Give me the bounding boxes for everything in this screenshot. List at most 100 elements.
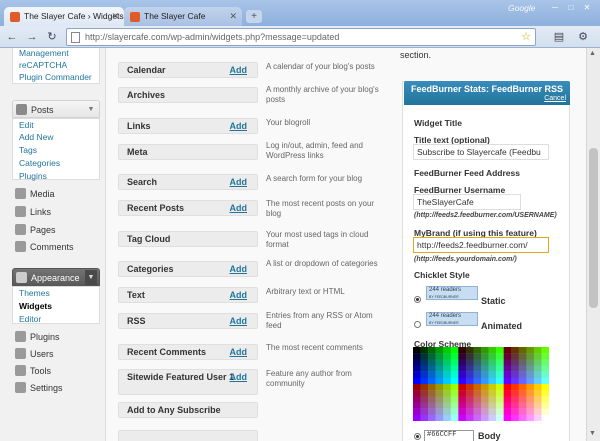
palette-swatch[interactable]	[496, 414, 504, 421]
palette-swatch[interactable]	[465, 384, 474, 391]
palette-swatch[interactable]	[526, 359, 535, 366]
palette-swatch[interactable]	[503, 359, 512, 366]
palette-swatch[interactable]	[533, 377, 542, 385]
palette-swatch[interactable]	[413, 347, 421, 354]
palette-swatch[interactable]	[503, 414, 512, 421]
body-color-radio[interactable]	[414, 433, 421, 440]
palette-swatch[interactable]	[428, 396, 436, 403]
palette-swatch[interactable]	[465, 359, 474, 366]
palette-swatch[interactable]	[473, 402, 482, 409]
palette-swatch[interactable]	[413, 384, 421, 391]
palette-swatch[interactable]	[481, 347, 489, 354]
palette-swatch[interactable]	[511, 353, 519, 360]
palette-swatch[interactable]	[503, 390, 512, 397]
address-bar[interactable]: ☆	[66, 28, 536, 46]
sidebar-item-links[interactable]: Links	[12, 203, 100, 221]
minimize-icon[interactable]: ─	[548, 2, 562, 13]
palette-swatch[interactable]	[420, 353, 429, 360]
widget-text[interactable]: Text Add	[118, 287, 258, 303]
sidebar-posts-header[interactable]: Posts ▼	[12, 100, 100, 118]
palette-swatch[interactable]	[481, 365, 489, 372]
widget-tag-cloud[interactable]: Tag Cloud	[118, 231, 258, 247]
palette-swatch[interactable]	[420, 384, 429, 391]
palette-swatch[interactable]	[420, 396, 429, 403]
widget-add-to-any-subscribe[interactable]: Add to Any Subscribe	[118, 402, 258, 418]
palette-swatch[interactable]	[413, 402, 421, 409]
palette-swatch[interactable]	[481, 353, 489, 360]
palette-swatch[interactable]	[443, 402, 451, 409]
palette-swatch[interactable]	[533, 359, 542, 366]
palette-swatch[interactable]	[511, 396, 519, 403]
palette-swatch[interactable]	[458, 414, 467, 421]
widget-next[interactable]	[118, 430, 258, 441]
palette-swatch[interactable]	[481, 377, 489, 385]
sidebar-item-pages[interactable]: Pages	[12, 221, 100, 239]
palette-swatch[interactable]	[496, 353, 504, 360]
palette-swatch[interactable]	[533, 414, 542, 421]
palette-swatch[interactable]	[458, 396, 467, 403]
close-window-icon[interactable]: ✕	[580, 2, 594, 13]
add-widget-link[interactable]: Add	[230, 177, 248, 187]
palette-swatch[interactable]	[473, 353, 482, 360]
palette-swatch[interactable]	[420, 377, 429, 385]
palette-swatch[interactable]	[541, 402, 549, 409]
palette-swatch[interactable]	[458, 402, 467, 409]
palette-swatch[interactable]	[450, 384, 459, 391]
palette-swatch[interactable]	[481, 390, 489, 397]
chevron-down-icon[interactable]: ▼	[85, 102, 97, 117]
palette-swatch[interactable]	[541, 365, 549, 372]
color-palette[interactable]	[413, 347, 549, 421]
palette-swatch[interactable]	[420, 347, 429, 354]
palette-swatch[interactable]	[450, 402, 459, 409]
widget-recent-posts[interactable]: Recent Posts Add	[118, 200, 258, 216]
palette-swatch[interactable]	[488, 402, 497, 409]
palette-swatch[interactable]	[541, 408, 549, 416]
palette-swatch[interactable]	[458, 384, 467, 391]
palette-swatch[interactable]	[496, 377, 504, 385]
palette-swatch[interactable]	[511, 377, 519, 385]
palette-swatch[interactable]	[435, 384, 444, 391]
palette-swatch[interactable]	[435, 402, 444, 409]
palette-swatch[interactable]	[511, 414, 519, 421]
palette-swatch[interactable]	[496, 371, 504, 379]
palette-swatch[interactable]	[481, 371, 489, 379]
palette-swatch[interactable]	[458, 353, 467, 360]
palette-swatch[interactable]	[420, 371, 429, 379]
palette-swatch[interactable]	[473, 359, 482, 366]
palette-swatch[interactable]	[420, 359, 429, 366]
palette-swatch[interactable]	[443, 408, 451, 416]
tab-slayer-cafe[interactable]: The Slayer Cafe ✕	[124, 7, 242, 26]
hex-color-input[interactable]: #66CCFF	[424, 430, 474, 441]
palette-swatch[interactable]	[526, 377, 535, 385]
sidebar-item-editor[interactable]: Editor	[19, 314, 41, 324]
palette-swatch[interactable]	[488, 377, 497, 385]
palette-swatch[interactable]	[496, 384, 504, 391]
palette-swatch[interactable]	[518, 347, 527, 354]
palette-swatch[interactable]	[458, 347, 467, 354]
palette-swatch[interactable]	[458, 359, 467, 366]
palette-swatch[interactable]	[481, 414, 489, 421]
palette-swatch[interactable]	[420, 408, 429, 416]
widget-search[interactable]: Search Add	[118, 174, 258, 190]
palette-swatch[interactable]	[511, 359, 519, 366]
palette-swatch[interactable]	[465, 390, 474, 397]
palette-swatch[interactable]	[450, 377, 459, 385]
add-widget-link[interactable]: Add	[230, 203, 248, 213]
sidebar-item-settings[interactable]: Settings	[12, 379, 100, 397]
palette-swatch[interactable]	[526, 365, 535, 372]
palette-swatch[interactable]	[541, 353, 549, 360]
palette-swatch[interactable]	[481, 384, 489, 391]
palette-swatch[interactable]	[526, 384, 535, 391]
palette-swatch[interactable]	[488, 347, 497, 354]
palette-swatch[interactable]	[465, 347, 474, 354]
palette-swatch[interactable]	[465, 377, 474, 385]
palette-swatch[interactable]	[533, 396, 542, 403]
palette-swatch[interactable]	[458, 365, 467, 372]
widget-rss[interactable]: RSS Add	[118, 313, 258, 329]
add-widget-link[interactable]: Add	[230, 316, 248, 326]
palette-swatch[interactable]	[488, 414, 497, 421]
feedburner-widget-header[interactable]: FeedBurner Stats: FeedBurner RSS Cancel	[404, 81, 570, 105]
palette-swatch[interactable]	[488, 359, 497, 366]
sidebar-item-plugin-commander[interactable]: Plugin Commander	[19, 72, 92, 82]
palette-swatch[interactable]	[526, 402, 535, 409]
